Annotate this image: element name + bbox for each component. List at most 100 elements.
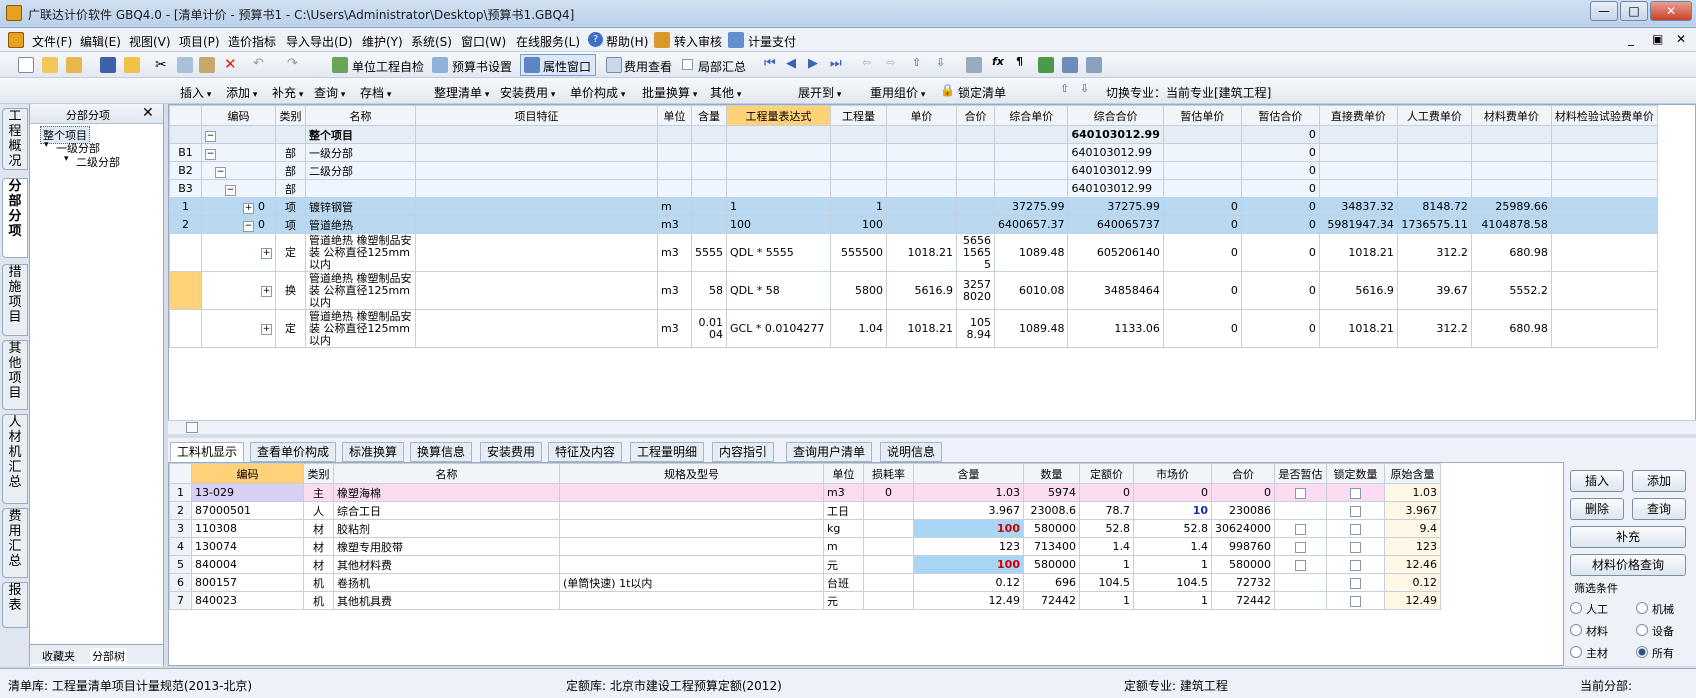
cell-unit[interactable] (657, 143, 692, 162)
cell-name[interactable]: 管道绝热 橡塑制品安装 公称直径125mm以内 (305, 233, 416, 272)
cell-qty[interactable]: 100 (830, 215, 887, 234)
cell-name[interactable]: 橡塑专用胶带 (333, 537, 560, 556)
table-row[interactable]: − 整个项目 640103012.99 0 (169, 125, 1658, 144)
batch-convert-dropdown[interactable]: 批量换算 ▾ (642, 84, 697, 101)
cell-no[interactable] (169, 233, 202, 272)
cell-spec[interactable] (559, 519, 824, 538)
cell-type[interactable]: 定 (275, 233, 306, 272)
tab-convert-info[interactable]: 换算信息 (410, 442, 473, 462)
add-dropdown[interactable]: 添加 ▾ (226, 84, 257, 101)
cell-qty_ratio[interactable]: 0.0104 (691, 309, 727, 348)
grid-hscrollbar[interactable] (168, 420, 1696, 434)
cell-name[interactable]: 胶粘剂 (333, 519, 560, 538)
cell-spec[interactable]: (单筒快速) 1t以内 (559, 573, 824, 592)
cell-price[interactable]: 5616.9 (886, 271, 957, 310)
cell-est[interactable] (1274, 519, 1327, 538)
cell-orig[interactable]: 12.49 (1384, 591, 1441, 610)
cell-eprice[interactable] (1162, 161, 1242, 180)
col-header-etotal[interactable]: 暂估合价 (1240, 105, 1320, 126)
col-header-unit[interactable]: 单位 (657, 105, 692, 126)
cell-mprice[interactable]: 4104878.58 (1470, 215, 1552, 234)
monitor-icon[interactable] (1062, 57, 1078, 73)
cell-lprice[interactable]: 1736575.11 (1396, 215, 1472, 234)
property-window-button[interactable]: 属性窗口 (520, 54, 596, 76)
cell-etotal[interactable]: 0 (1240, 179, 1320, 198)
cell-eprice[interactable] (1162, 179, 1242, 198)
cell-unit[interactable]: m3 (657, 233, 692, 272)
cell-mprice[interactable]: 680.98 (1470, 309, 1552, 348)
cell-ctotal[interactable]: 640065737 (1067, 215, 1164, 234)
cell-qty[interactable]: 1.04 (830, 309, 887, 348)
cell-dprice[interactable]: 1018.21 (1318, 309, 1398, 348)
table-row[interactable]: 1 +0 项镀锌钢管 m 1 1 37275.99 37275.99 0 0 34837.32 814… (169, 197, 1658, 216)
cell-lprice[interactable]: 312.2 (1396, 309, 1472, 348)
cell-total[interactable]: 0 (1211, 483, 1275, 502)
cell-total[interactable]: 230086 (1211, 501, 1275, 520)
lock-qty-checkbox[interactable] (1350, 559, 1361, 571)
cell-est[interactable] (1274, 501, 1327, 520)
cell-unit[interactable] (657, 179, 692, 198)
calc-icon[interactable] (966, 57, 982, 73)
cell-unit[interactable]: 元 (823, 555, 864, 574)
tab-favorites[interactable]: 收藏夹 (42, 648, 75, 664)
cell-dprice[interactable] (1318, 125, 1398, 144)
cell-unit[interactable]: 工日 (823, 501, 864, 520)
tree-node-level2[interactable]: 二级分部 (76, 154, 120, 170)
cell-ctotal[interactable]: 640103012.99 (1067, 161, 1164, 180)
bcol-header-spec[interactable]: 规格及型号 (559, 463, 824, 484)
cell-unit[interactable]: m3 (657, 215, 692, 234)
cell-expr[interactable]: QDL * 58 (726, 271, 831, 310)
cell-name[interactable]: 管道绝热 橡塑制品安装 公称直径125mm以内 (305, 309, 416, 348)
cell-test[interactable] (1550, 215, 1658, 234)
menu-audit[interactable]: 转入审核 (674, 33, 722, 50)
cell-total[interactable]: 30624000 (1211, 519, 1275, 538)
cell-cprice[interactable]: 37275.99 (993, 197, 1069, 216)
cell-est[interactable] (1274, 555, 1327, 574)
col-header-dprice[interactable]: 直接费单价 (1318, 105, 1398, 126)
cell-feature[interactable] (415, 271, 658, 310)
cell-price[interactable]: 1018.21 (886, 309, 957, 348)
cell-orig[interactable]: 9.4 (1384, 519, 1441, 538)
move-up-icon[interactable]: ⇧ (912, 56, 921, 69)
col-header-qty[interactable]: 工程量 (830, 105, 887, 126)
cell-unit[interactable]: 元 (823, 591, 864, 610)
cell-feature[interactable] (415, 161, 658, 180)
cell-unit[interactable] (657, 125, 692, 144)
cell-spec[interactable] (559, 501, 824, 520)
bcol-header-ratio[interactable]: 含量 (913, 463, 1024, 484)
bcol-header-lock[interactable]: 锁定数量 (1326, 463, 1385, 484)
col-header-name[interactable]: 名称 (305, 105, 416, 126)
tab-notes[interactable]: 说明信息 (880, 442, 943, 462)
menu-import-export[interactable]: 导入导出(D) (286, 33, 353, 50)
col-header-cprice[interactable]: 综合单价 (993, 105, 1069, 126)
cell-qty[interactable]: 713400 (1023, 537, 1080, 556)
cell-ctotal[interactable]: 37275.99 (1067, 197, 1164, 216)
cell-mprice[interactable]: 5552.2 (1470, 271, 1552, 310)
cell-mprice[interactable]: 680.98 (1470, 233, 1552, 272)
cell-ratio[interactable]: 123 (913, 537, 1024, 556)
save-icon[interactable] (100, 57, 116, 73)
cell-no[interactable]: B2 (169, 161, 202, 180)
cell-no[interactable]: 1 (169, 483, 192, 502)
cell-cprice[interactable]: 1089.48 (993, 309, 1069, 348)
cell-qty[interactable]: 5974 (1023, 483, 1080, 502)
collapse-icon[interactable]: − (243, 220, 254, 232)
move-right-icon[interactable]: ⇨ (886, 56, 895, 69)
lock-qty-checkbox[interactable] (1350, 487, 1361, 499)
cell-code[interactable]: − (201, 179, 276, 198)
query-button[interactable]: 查询 (1632, 498, 1686, 520)
cell-expr[interactable] (726, 143, 831, 162)
cell-type[interactable]: 材 (303, 519, 334, 538)
table-row[interactable]: 6 800157 机卷扬机 (单筒快速) 1t以内 台班 0.12 696 104.5 104.… (169, 573, 1441, 592)
cell-qty[interactable]: 696 (1023, 573, 1080, 592)
cell-test[interactable] (1550, 233, 1658, 272)
cell-no[interactable]: B1 (169, 143, 202, 162)
cell-total[interactable]: 565615655 (956, 233, 995, 272)
cell-lock[interactable] (1326, 555, 1385, 574)
cell-orig[interactable]: 12.46 (1384, 555, 1441, 574)
cell-lprice[interactable]: 312.2 (1396, 233, 1472, 272)
cell-feature[interactable] (415, 125, 658, 144)
cell-feature[interactable] (415, 179, 658, 198)
cell-ratio[interactable]: 3.967 (913, 501, 1024, 520)
collapse-icon[interactable]: − (205, 148, 216, 160)
